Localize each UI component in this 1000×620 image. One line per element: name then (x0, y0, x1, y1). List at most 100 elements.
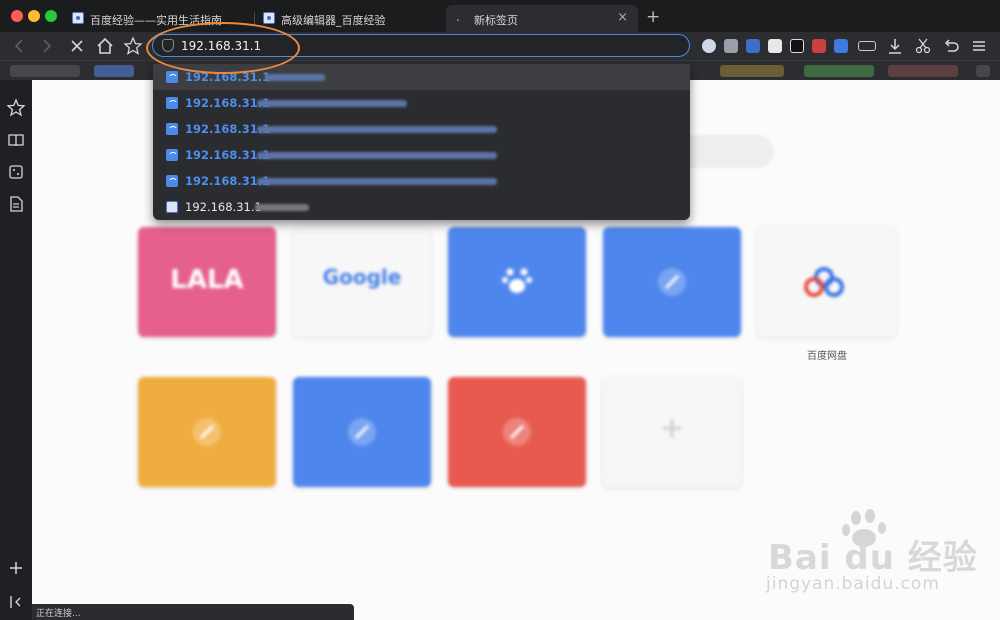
watermark-brand: Bai du 经验 (768, 538, 978, 578)
speed-dial-tile[interactable] (293, 377, 431, 487)
extension-icon[interactable] (812, 39, 826, 53)
speed-dial-tile[interactable]: Google (293, 227, 431, 337)
blurred-text (257, 152, 497, 159)
zoom-window-button[interactable] (45, 10, 57, 22)
minimize-window-button[interactable] (28, 10, 40, 22)
suggestion-item[interactable]: 192.168.31.1 (153, 168, 690, 194)
side-panel (0, 80, 32, 620)
bookmark-item[interactable] (10, 65, 80, 77)
star-icon (6, 98, 26, 117)
suggestion-item[interactable]: 192.168.31.1 (153, 116, 690, 142)
favorites-button[interactable] (6, 98, 26, 118)
tab-title: 高级编辑器_百度经验 (281, 14, 386, 27)
wifi-icon (166, 149, 178, 161)
add-panel-button[interactable] (6, 558, 26, 578)
battery-extension-icon[interactable] (858, 41, 876, 51)
omnibox-suggestions: 192.168.31.1 192.168.31.1 192.168.31.1 1… (153, 64, 690, 220)
wifi-icon (166, 97, 178, 109)
baidu-netdisk-cloud-icon (804, 267, 844, 297)
annotation-ellipse (146, 22, 300, 74)
screenshot-button[interactable] (912, 35, 934, 57)
bookmarks-overflow[interactable] (976, 65, 990, 77)
menu-button[interactable] (968, 35, 990, 57)
blurred-text (257, 126, 497, 133)
baidu-favicon-icon (263, 12, 275, 24)
wifi-icon (166, 123, 178, 135)
blurred-text (257, 178, 497, 185)
new-tab-button[interactable]: + (646, 7, 660, 27)
chevron-right-icon (43, 39, 52, 53)
bookmark-item[interactable] (804, 65, 874, 77)
extension-icon[interactable] (790, 39, 804, 53)
bookmark-item[interactable] (720, 65, 784, 77)
speed-dial-tile[interactable] (448, 377, 586, 487)
undo-close-button[interactable] (940, 35, 962, 57)
speed-dial-tile[interactable] (603, 227, 741, 337)
paw-icon (502, 268, 532, 293)
compass-icon (658, 268, 686, 296)
compass-icon (193, 418, 221, 446)
bookmark-item[interactable] (94, 65, 134, 77)
collapse-panel-button[interactable] (6, 592, 26, 612)
baidu-jingyan-watermark: Bai du 经验 jingyan.baidu.com (758, 508, 977, 600)
tab-close-icon[interactable]: × (617, 10, 628, 25)
document-icon (10, 196, 23, 212)
tab-advanced-editor[interactable]: 高级编辑器_百度经验 (255, 5, 445, 32)
loading-mark: . (456, 10, 460, 24)
suggestion-item[interactable]: 192.168.31.1 (153, 194, 690, 220)
baidu-favicon-icon (72, 12, 84, 24)
extension-icon[interactable] (702, 39, 716, 53)
blurred-text (265, 74, 325, 81)
hamburger-menu-icon (973, 41, 985, 51)
dice-icon (9, 165, 23, 179)
watermark-domain: jingyan.baidu.com (766, 574, 940, 594)
add-speed-dial-tile[interactable]: + (603, 377, 741, 487)
star-icon (123, 36, 143, 55)
suggestion-text: 192.168.31.1 (185, 200, 262, 214)
extensions-panel-button[interactable] (6, 162, 26, 182)
home-button[interactable] (94, 35, 116, 57)
downloads-button[interactable] (884, 35, 906, 57)
tab-new-tab[interactable]: . 新标签页 × (446, 5, 638, 32)
speed-dial-tile[interactable] (448, 227, 586, 337)
book-icon (8, 134, 24, 147)
wifi-icon (166, 175, 178, 187)
notes-button[interactable] (6, 194, 26, 214)
speed-dial-tile[interactable] (138, 377, 276, 487)
extension-icon[interactable] (768, 39, 782, 53)
plus-icon (10, 562, 22, 574)
google-logo: Google (322, 265, 402, 289)
speed-dial-tile[interactable] (758, 227, 896, 337)
chevron-left-icon (14, 39, 23, 53)
blurred-text (255, 204, 309, 211)
reading-list-button[interactable] (6, 130, 26, 150)
extension-icon[interactable] (834, 39, 848, 53)
scissors-icon (915, 38, 931, 54)
baidu-search-icon (166, 201, 178, 213)
blurred-text (257, 100, 407, 107)
compass-icon (348, 418, 376, 446)
bookmark-item[interactable] (888, 65, 958, 77)
undo-icon (944, 39, 959, 52)
speed-dial-tile[interactable]: LALA (138, 227, 276, 337)
forward-button[interactable] (36, 35, 58, 57)
compass-icon (503, 418, 531, 446)
tab-strip: 百度经验——实用生活指南 高级编辑器_百度经验 . 新标签页 × + (0, 0, 1000, 32)
tile-logo: LALA (170, 265, 244, 295)
stop-button[interactable] (66, 35, 88, 57)
suggestion-item[interactable]: 192.168.31.1 (153, 90, 690, 116)
extension-icon[interactable] (724, 39, 738, 53)
tab-title: 新标签页 (474, 14, 518, 27)
suggestion-item[interactable]: 192.168.31.1 (153, 142, 690, 168)
close-window-button[interactable] (11, 10, 23, 22)
wifi-icon (166, 71, 178, 83)
plus-icon: + (659, 411, 685, 446)
collapse-left-icon (10, 596, 21, 608)
extension-icon[interactable] (746, 39, 760, 53)
back-button[interactable] (8, 35, 30, 57)
download-icon (889, 39, 901, 54)
status-bar: 正在连接... (32, 604, 354, 620)
home-icon (97, 37, 113, 54)
tile-caption: 百度网盘 (807, 351, 847, 362)
bookmark-star-button[interactable] (122, 35, 144, 57)
